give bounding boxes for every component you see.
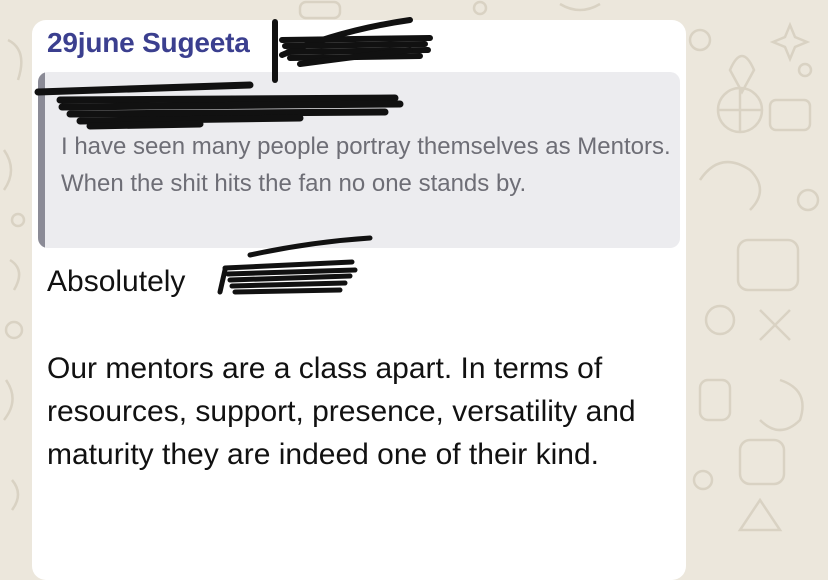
sparkle-icon (769, 21, 811, 63)
microphone-icon (736, 238, 800, 292)
location-pin-icon (728, 54, 756, 95)
reply-first-line: Absolutely (47, 265, 186, 298)
quoted-text: I have seen many people portray themselv… (61, 133, 671, 197)
sender-name[interactable]: 29june Sugeeta (47, 27, 250, 59)
reply-paragraph: Our mentors are a class apart. In terms … (47, 352, 636, 471)
quoted-message[interactable]: I have seen many people portray themselv… (38, 72, 680, 248)
quote-accent-bar (38, 72, 45, 248)
